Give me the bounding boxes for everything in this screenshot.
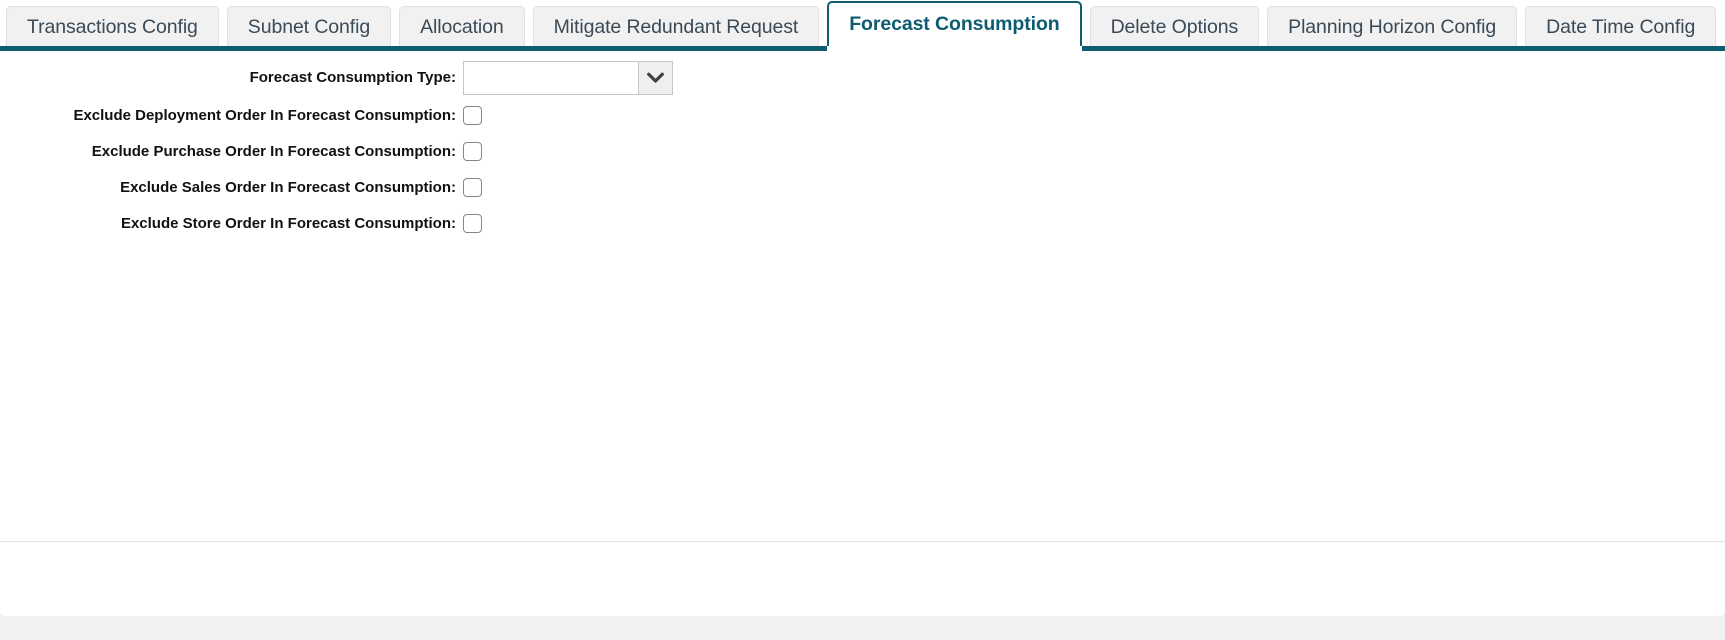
exclude-purchase-order-control (460, 141, 482, 161)
tab-label: Subnet Config (247, 16, 371, 38)
tab-allocation[interactable]: Allocation (399, 6, 525, 46)
tab-label: Planning Horizon Config (1288, 16, 1497, 38)
page-background-strip (0, 616, 1725, 640)
tab-subnet-config[interactable]: Subnet Config (226, 6, 392, 46)
form-row-forecast-consumption-type: Forecast Consumption Type: (0, 58, 1725, 97)
exclude-store-order-label: Exclude Store Order In Forecast Consumpt… (120, 214, 456, 232)
tab-transactions-config[interactable]: Transactions Config (6, 6, 219, 46)
select-selected-value (464, 62, 638, 94)
exclude-store-order-checkbox[interactable] (463, 213, 482, 233)
tab-mitigate-redundant-request[interactable]: Mitigate Redundant Request (532, 6, 820, 46)
exclude-deployment-order-checkbox[interactable] (463, 105, 482, 125)
form-row-exclude-sales-order: Exclude Sales Order In Forecast Consumpt… (0, 169, 1725, 205)
exclude-deployment-order-control (460, 105, 482, 125)
tab-label: Delete Options (1110, 16, 1239, 38)
content-divider (0, 541, 1725, 542)
tab-label: Mitigate Redundant Request (553, 16, 799, 38)
form-row-exclude-deployment-order: Exclude Deployment Order In Forecast Con… (0, 97, 1725, 133)
form-row-exclude-purchase-order: Exclude Purchase Order In Forecast Consu… (0, 133, 1725, 169)
forecast-consumption-type-label: Forecast Consumption Type: (249, 69, 456, 86)
form-row-exclude-store-order: Exclude Store Order In Forecast Consumpt… (0, 205, 1725, 241)
exclude-store-order-control (460, 213, 482, 233)
forecast-consumption-type-control (460, 60, 673, 95)
exclude-sales-order-control (460, 177, 482, 197)
tab-label: Transactions Config (27, 16, 198, 38)
exclude-purchase-order-checkbox[interactable] (463, 141, 482, 161)
exclude-deployment-order-label: Exclude Deployment Order In Forecast Con… (73, 106, 456, 124)
forecast-consumption-type-select[interactable] (463, 60, 673, 95)
tab-delete-options[interactable]: Delete Options (1089, 6, 1260, 46)
chevron-down-icon[interactable] (638, 61, 672, 94)
exclude-sales-order-label: Exclude Sales Order In Forecast Consumpt… (120, 178, 456, 196)
tab-label: Date Time Config (1546, 16, 1696, 38)
forecast-consumption-form: Forecast Consumption Type: Exclude Deplo… (0, 51, 1725, 241)
content-panel: Transactions Config Subnet Config Alloca… (0, 0, 1725, 616)
tab-planning-horizon-config[interactable]: Planning Horizon Config (1267, 6, 1518, 46)
tab-date-time-config[interactable]: Date Time Config (1525, 6, 1717, 46)
exclude-sales-order-checkbox[interactable] (463, 177, 482, 197)
exclude-purchase-order-label: Exclude Purchase Order In Forecast Consu… (91, 142, 456, 160)
tab-label: Allocation (420, 16, 504, 38)
tab-bar: Transactions Config Subnet Config Alloca… (0, 0, 1725, 51)
tab-label: Forecast Consumption (849, 13, 1060, 35)
tab-forecast-consumption[interactable]: Forecast Consumption (827, 1, 1082, 51)
app-root: Transactions Config Subnet Config Alloca… (0, 0, 1725, 640)
